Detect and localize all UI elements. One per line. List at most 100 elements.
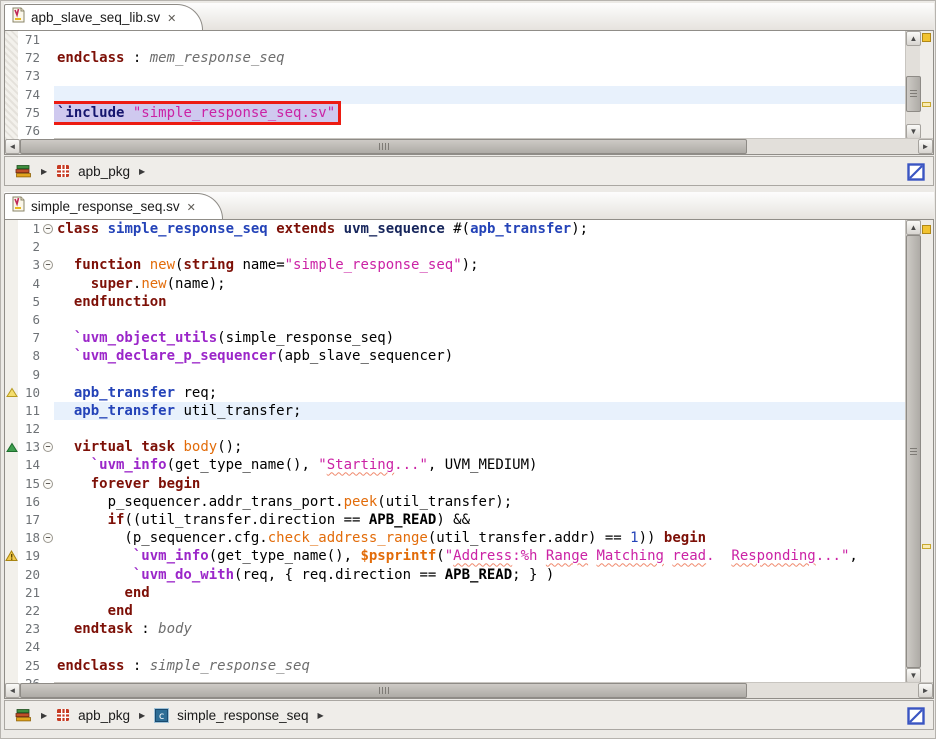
line-number[interactable]: 7 — [18, 329, 42, 347]
close-icon[interactable]: ✕ — [187, 201, 196, 214]
horizontal-scrollbar[interactable]: ◄ ► — [5, 682, 933, 698]
breadcrumb-item-apb_pkg[interactable]: apb_pkg — [52, 708, 134, 723]
code-line[interactable]: `uvm_declare_p_sequencer(apb_slave_seque… — [54, 347, 905, 365]
line-number[interactable]: 10 — [18, 384, 42, 402]
scroll-right-icon[interactable]: ► — [918, 683, 933, 698]
code-line[interactable]: endtask : body — [54, 620, 905, 638]
fold-collapse-icon[interactable]: − — [43, 533, 53, 543]
code-line[interactable]: forever begin — [54, 475, 905, 493]
line-number[interactable]: 14 — [18, 456, 42, 474]
warning-overview-marker[interactable] — [922, 225, 931, 234]
horizontal-scrollbar[interactable]: ◄ ► — [5, 138, 933, 154]
fold-collapse-icon[interactable]: − — [43, 224, 53, 234]
scrollbar-track[interactable] — [20, 683, 918, 698]
line-number[interactable]: 15 — [18, 475, 42, 493]
line-number[interactable]: 11 — [18, 402, 42, 420]
scrollbar-track[interactable] — [906, 235, 920, 668]
overview-ruler[interactable] — [920, 31, 933, 139]
code-line[interactable]: `uvm_info(get_type_name(), "Starting..."… — [54, 456, 905, 474]
fold-collapse-icon[interactable]: − — [43, 442, 53, 452]
line-number[interactable]: 9 — [18, 366, 42, 384]
code-line[interactable]: apb_transfer util_transfer; — [54, 402, 905, 420]
code-editor[interactable]: class simple_response_seq extends uvm_se… — [54, 220, 905, 683]
code-line[interactable] — [54, 122, 905, 139]
line-number[interactable]: 22 — [18, 602, 42, 620]
code-line[interactable] — [54, 638, 905, 656]
line-number[interactable]: 17 — [18, 511, 42, 529]
code-line[interactable]: endclass : mem_response_seq — [54, 49, 905, 67]
code-line[interactable]: if((util_transfer.direction == APB_READ)… — [54, 511, 905, 529]
code-line[interactable]: function new(string name="simple_respons… — [54, 256, 905, 274]
line-number[interactable]: 8 — [18, 347, 42, 365]
line-number[interactable]: 76 — [18, 122, 42, 139]
line-number[interactable]: 18 — [18, 529, 42, 547]
line-number[interactable]: 25 — [18, 657, 42, 675]
overview-ruler[interactable] — [920, 220, 933, 683]
line-number[interactable]: 74 — [18, 86, 42, 104]
scrollbar-thumb[interactable] — [906, 76, 921, 111]
scroll-down-icon[interactable]: ▼ — [906, 668, 921, 683]
line-number[interactable]: 12 — [18, 420, 42, 438]
line-number[interactable]: 4 — [18, 275, 42, 293]
code-line[interactable]: virtual task body(); — [54, 438, 905, 456]
scrollbar-thumb[interactable] — [20, 683, 747, 698]
line-number[interactable]: 3 — [18, 256, 42, 274]
code-line[interactable]: endfunction — [54, 293, 905, 311]
scroll-left-icon[interactable]: ◄ — [5, 683, 20, 698]
close-icon[interactable]: ✕ — [167, 12, 176, 25]
chevron-right-icon[interactable]: ▶ — [317, 711, 323, 720]
code-line[interactable]: end — [54, 584, 905, 602]
line-number[interactable]: 75 — [18, 104, 42, 122]
fold-collapse-icon[interactable]: − — [43, 260, 53, 270]
fold-collapse-icon[interactable]: − — [43, 479, 53, 489]
line-number[interactable]: 20 — [18, 566, 42, 584]
chevron-right-icon[interactable]: ▶ — [139, 167, 145, 176]
line-number[interactable]: 72 — [18, 49, 42, 67]
line-number[interactable]: 19 — [18, 547, 42, 565]
line-number[interactable]: 23 — [18, 620, 42, 638]
tab-simple-response-seq[interactable]: simple_response_seq.sv ✕ — [4, 193, 223, 219]
code-line[interactable] — [54, 311, 905, 329]
code-line[interactable]: end — [54, 602, 905, 620]
line-number[interactable]: 2 — [18, 238, 42, 256]
code-editor[interactable]: endclass : mem_response_seq `include "sim… — [54, 31, 905, 139]
breadcrumb-item-apb_pkg[interactable]: apb_pkg — [52, 164, 134, 179]
line-number-gutter[interactable]: 1−23−45678910111213−1415−161718−19202122… — [5, 220, 54, 683]
code-line[interactable]: super.new(name); — [54, 275, 905, 293]
code-line[interactable]: `uvm_info(get_type_name(), $psprintf("Ad… — [54, 547, 905, 565]
chevron-right-icon[interactable]: ▶ — [41, 711, 47, 720]
scrollbar-track[interactable] — [906, 46, 920, 124]
scroll-down-icon[interactable]: ▼ — [906, 124, 921, 139]
code-line[interactable]: `uvm_do_with(req, { req.direction == APB… — [54, 566, 905, 584]
vertical-scrollbar[interactable]: ▲ ▼ — [905, 220, 920, 683]
line-number[interactable]: 6 — [18, 311, 42, 329]
code-line[interactable]: apb_transfer req; — [54, 384, 905, 402]
line-number[interactable]: 5 — [18, 293, 42, 311]
code-line[interactable] — [54, 31, 905, 49]
vertical-scrollbar[interactable]: ▲ ▼ — [905, 31, 920, 139]
code-line[interactable]: `uvm_object_utils(simple_response_seq) — [54, 329, 905, 347]
maximize-editor-icon[interactable] — [907, 163, 925, 181]
scrollbar-thumb[interactable] — [906, 235, 921, 668]
code-line[interactable]: p_sequencer.addr_trans_port.peek(util_tr… — [54, 493, 905, 511]
line-number[interactable]: 73 — [18, 67, 42, 85]
breadcrumb-item-library[interactable] — [11, 708, 36, 723]
scrollbar-thumb[interactable] — [20, 139, 747, 154]
line-number[interactable]: 26 — [18, 675, 42, 683]
line-number-gutter[interactable]: 717273747576 — [5, 31, 54, 139]
warning-overview-marker[interactable] — [922, 102, 931, 107]
line-number[interactable]: 21 — [18, 584, 42, 602]
tab-apb-slave-seq-lib[interactable]: apb_slave_seq_lib.sv ✕ — [4, 4, 203, 30]
chevron-right-icon[interactable]: ▶ — [41, 167, 47, 176]
scroll-up-icon[interactable]: ▲ — [906, 31, 921, 46]
breadcrumb-item-simple_response_seq[interactable]: csimple_response_seq — [150, 708, 312, 723]
warning-overview-marker[interactable] — [922, 33, 931, 42]
line-number[interactable]: 13 — [18, 438, 42, 456]
maximize-editor-icon[interactable] — [907, 707, 925, 725]
code-line[interactable]: (p_sequencer.cfg.check_address_range(uti… — [54, 529, 905, 547]
line-number[interactable]: 16 — [18, 493, 42, 511]
code-line[interactable] — [54, 366, 905, 384]
code-line[interactable]: `include "simple_response_seq.sv" — [54, 104, 905, 122]
scroll-left-icon[interactable]: ◄ — [5, 139, 20, 154]
code-line[interactable] — [54, 86, 905, 104]
